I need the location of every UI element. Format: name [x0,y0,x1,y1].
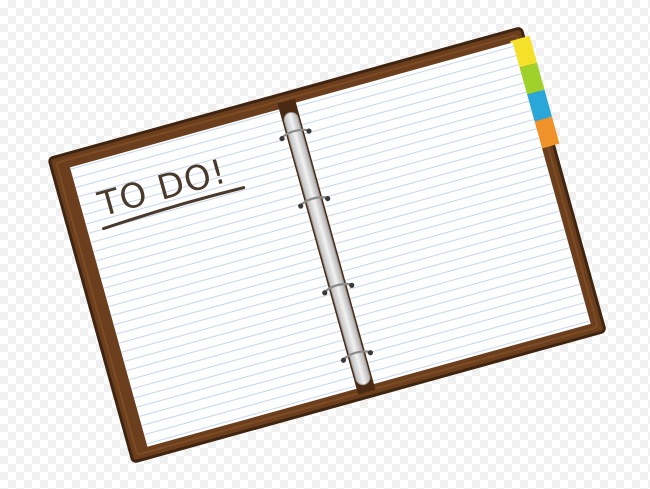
notebook-illustration: TO DO! [48,27,606,463]
